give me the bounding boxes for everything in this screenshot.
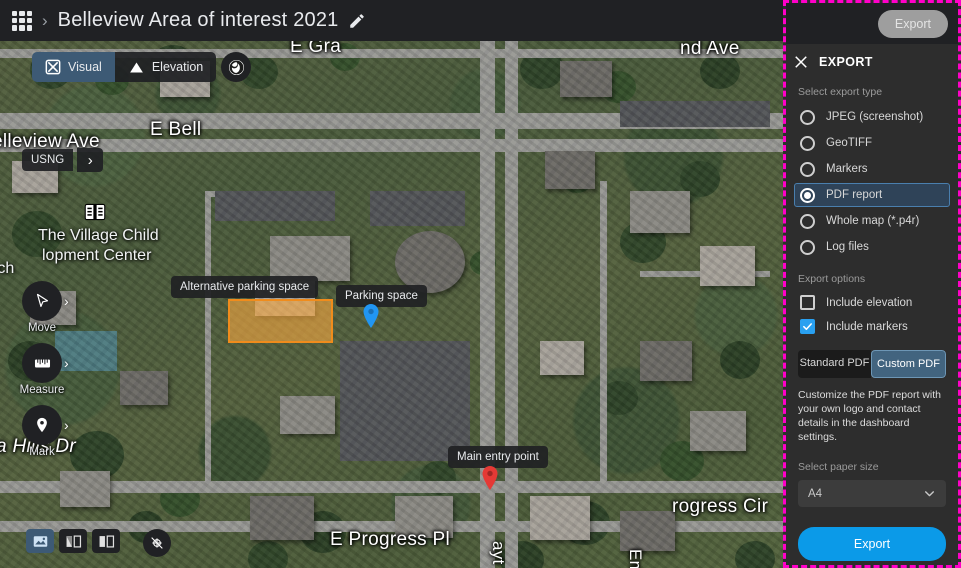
pdf-mode-custom[interactable]: Custom PDF: [871, 350, 946, 378]
top-bar: › Belleview Area of interest 2021: [0, 0, 783, 41]
pdf-helper-text: Customize the PDF report with your own l…: [798, 389, 941, 443]
cursor-arrow-icon: [36, 293, 48, 307]
elevation-layer-button[interactable]: Elevation: [114, 52, 217, 82]
export-type-geotiff[interactable]: GeoTIFF: [794, 131, 950, 155]
export-type-whole-map[interactable]: Whole map (*.p4r): [794, 209, 950, 233]
radio-icon: [800, 161, 815, 177]
visual-layer-icon: [45, 59, 61, 75]
chevron-right-icon[interactable]: ›: [64, 355, 69, 371]
grid-apps-icon[interactable]: [12, 10, 32, 31]
export-type-markers[interactable]: Markers: [794, 157, 950, 181]
radio-icon: [800, 239, 815, 255]
export-type-geotiff-label: GeoTIFF: [826, 137, 873, 149]
usng-label: USNG: [22, 149, 74, 171]
visual-layer-label: Visual: [68, 60, 102, 74]
tool-move[interactable]: › Move: [22, 281, 69, 334]
layer-toolbar: Visual Elevation: [32, 52, 252, 82]
tool-measure[interactable]: › Measure: [20, 343, 69, 396]
option-include-markers-label: Include markers: [826, 320, 908, 333]
export-type-jpeg-label: JPEG (screenshot): [826, 111, 924, 123]
checkbox-icon: [800, 295, 815, 310]
tool-move-button[interactable]: [22, 281, 62, 321]
app-root: › Belleview Area of interest 2021 E Gra …: [0, 0, 961, 568]
school-building-icon: [84, 203, 106, 221]
chevron-right-icon[interactable]: ›: [77, 148, 104, 172]
export-type-pdf-report[interactable]: PDF report: [794, 183, 950, 207]
export-panel-title: EXPORT: [819, 55, 873, 69]
export-type-section-label: Select export type: [798, 86, 883, 98]
close-x-icon[interactable]: [794, 55, 808, 69]
radio-icon: [800, 213, 815, 229]
export-panel: Export EXPORT Select export type JPEG (s…: [783, 0, 961, 568]
header-export-button[interactable]: Export: [877, 9, 948, 38]
export-type-pdf-report-label: PDF report: [826, 189, 883, 201]
pencil-icon[interactable]: [348, 12, 366, 30]
visual-layer-button[interactable]: Visual: [32, 52, 115, 82]
map-pin-icon: [37, 417, 47, 433]
export-type-log-files-label: Log files: [826, 241, 869, 253]
chevron-right-icon[interactable]: ›: [64, 417, 69, 433]
annotation-polygon-alternative-parking[interactable]: [228, 299, 333, 343]
export-type-markers-label: Markers: [826, 163, 868, 175]
breadcrumb-separator: ›: [42, 10, 48, 30]
radio-icon: [800, 135, 815, 151]
tool-move-label: Move: [27, 322, 57, 334]
marker-pin-main-entry-point[interactable]: [481, 465, 499, 491]
export-submit-button[interactable]: Export: [798, 527, 946, 561]
view-mode-toolbar: [26, 529, 171, 557]
map-canvas[interactable]: E Gra nd Ave elleview Ave E Bell a Hills…: [0, 41, 783, 568]
page-title: Belleview Area of interest 2021: [57, 9, 339, 31]
tool-measure-button[interactable]: [22, 343, 62, 383]
export-options-section-label: Export options: [798, 273, 866, 285]
chevron-right-icon[interactable]: ›: [64, 293, 69, 309]
usng-grid-control[interactable]: USNG ›: [22, 148, 104, 172]
radio-icon: [800, 109, 815, 125]
checkbox-icon-checked: [800, 319, 815, 334]
tool-mark-button[interactable]: [22, 405, 62, 445]
reset-view-icon[interactable]: [143, 529, 171, 557]
chevron-down-icon: [925, 491, 934, 497]
split-compare-icon[interactable]: [59, 529, 87, 553]
radio-icon-selected: [800, 187, 815, 203]
paper-size-select[interactable]: A4: [798, 480, 946, 507]
globe-icon[interactable]: [221, 52, 252, 82]
annotation-label-alternative-parking[interactable]: Alternative parking space: [171, 276, 319, 298]
option-include-markers[interactable]: Include markers: [794, 316, 950, 337]
export-type-whole-map-label: Whole map (*.p4r): [826, 215, 920, 227]
tool-measure-label: Measure: [19, 384, 65, 396]
option-include-elevation-label: Include elevation: [826, 296, 913, 309]
side-by-side-icon[interactable]: [92, 529, 120, 553]
annotation-label-parking-space[interactable]: Parking space: [336, 285, 427, 307]
paper-size-section-label: Select paper size: [798, 461, 879, 473]
elevation-layer-label: Elevation: [151, 60, 204, 74]
paper-size-value: A4: [808, 487, 823, 500]
export-panel-header: Export: [786, 3, 958, 44]
tool-mark-label: Mark: [29, 446, 55, 458]
export-panel-body: EXPORT Select export type JPEG (screensh…: [786, 44, 958, 561]
export-type-jpeg[interactable]: JPEG (screenshot): [794, 105, 950, 129]
tool-mark[interactable]: › Mark: [22, 405, 69, 458]
map-tool-stack: › Move › Measure › Mark: [20, 281, 69, 467]
elevation-mountain-icon: [129, 62, 143, 72]
pdf-mode-toggle: Standard PDF Custom PDF: [798, 350, 946, 378]
export-type-log-files[interactable]: Log files: [794, 235, 950, 259]
ruler-icon: [34, 359, 50, 367]
export-panel-title-row: EXPORT: [794, 55, 950, 69]
marker-pin-parking-space[interactable]: [362, 303, 380, 329]
pdf-mode-standard[interactable]: Standard PDF: [798, 350, 871, 378]
option-include-elevation[interactable]: Include elevation: [794, 292, 950, 313]
single-image-icon[interactable]: [26, 529, 54, 553]
